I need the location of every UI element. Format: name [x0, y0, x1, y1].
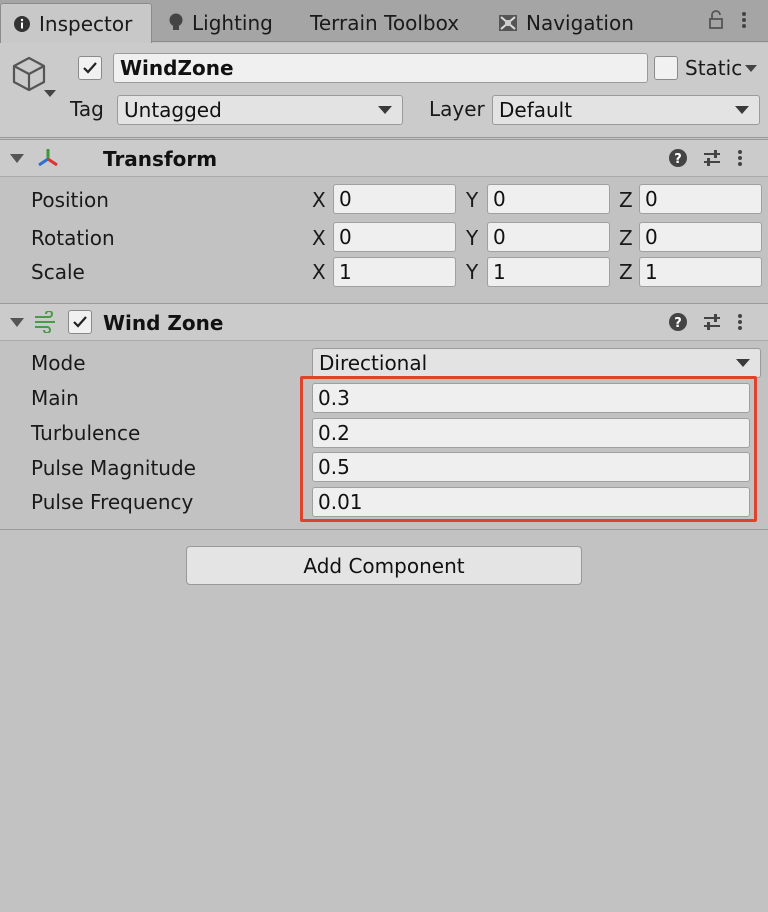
caret-down-icon: [735, 106, 749, 114]
field-value: 1: [339, 260, 352, 284]
add-component-label: Add Component: [303, 553, 465, 578]
tab-bar: Inspector Lighting Terrain Toolbox Navig…: [0, 0, 768, 43]
layer-label: Layer: [429, 97, 485, 121]
tab-lighting[interactable]: Lighting: [168, 4, 298, 42]
layer-value: Default: [499, 98, 573, 122]
turbulence-label: Turbulence: [31, 421, 141, 445]
field-value: 0: [493, 225, 506, 249]
static-dropdown-icon[interactable]: [745, 65, 757, 72]
scale-label: Scale: [31, 260, 85, 284]
tab-inspector[interactable]: Inspector: [0, 3, 152, 43]
static-label[interactable]: Static: [685, 56, 742, 80]
scale-z-field[interactable]: 1: [639, 257, 762, 287]
tab-label: Terrain Toolbox: [310, 11, 460, 35]
svg-text:?: ?: [674, 316, 682, 331]
pulse-magnitude-label: Pulse Magnitude: [31, 456, 196, 480]
field-value: 0: [645, 225, 658, 249]
tag-dropdown[interactable]: Untagged: [117, 95, 403, 125]
rotation-x-field[interactable]: 0: [333, 222, 456, 252]
axis-x-label[interactable]: X: [312, 188, 326, 212]
more-icon[interactable]: [740, 10, 748, 35]
windzone-enabled-checkbox[interactable]: [68, 310, 92, 334]
transform-header[interactable]: Transform ?: [0, 139, 768, 177]
info-icon: [13, 15, 31, 33]
main-label: Main: [31, 386, 79, 410]
mode-label: Mode: [31, 351, 86, 375]
presets-icon[interactable]: [702, 148, 722, 168]
position-x-field[interactable]: 0: [333, 184, 456, 214]
field-value: 1: [645, 260, 658, 284]
active-checkbox[interactable]: [78, 56, 102, 80]
static-checkbox[interactable]: [654, 56, 678, 80]
axis-z-label[interactable]: Z: [619, 226, 633, 250]
gameobject-header: WindZone Static Tag Untagged Layer Defau…: [0, 43, 768, 138]
help-icon[interactable]: ?: [668, 312, 688, 332]
tab-navigation[interactable]: Navigation: [498, 4, 658, 42]
layer-dropdown[interactable]: Default: [492, 95, 760, 125]
caret-down-icon: [378, 106, 392, 114]
gameobject-icon[interactable]: [10, 55, 48, 98]
object-name-field[interactable]: WindZone: [113, 53, 648, 83]
tab-label: Navigation: [526, 11, 634, 35]
foldout-icon[interactable]: [10, 318, 24, 327]
rotation-label: Rotation: [31, 226, 115, 250]
tab-label: Lighting: [192, 11, 273, 35]
axis-x-label[interactable]: X: [312, 260, 326, 284]
tag-label: Tag: [70, 97, 104, 121]
presets-icon[interactable]: [702, 312, 722, 332]
windzone-header[interactable]: Wind Zone ?: [0, 303, 768, 341]
tab-label: Inspector: [39, 11, 133, 36]
chevron-down-icon[interactable]: [44, 90, 56, 97]
axis-y-label[interactable]: Y: [466, 260, 478, 284]
lock-icon[interactable]: [708, 10, 724, 35]
windzone-title: Wind Zone: [103, 311, 224, 335]
axis-z-label[interactable]: Z: [619, 260, 633, 284]
field-value: 0: [493, 187, 506, 211]
field-value: 0: [339, 225, 352, 249]
field-value: 0: [645, 187, 658, 211]
more-icon[interactable]: [736, 312, 744, 332]
position-label: Position: [31, 188, 109, 212]
axis-y-label[interactable]: Y: [466, 226, 478, 250]
check-icon: [83, 62, 97, 74]
check-icon: [73, 316, 87, 328]
caret-down-icon: [736, 359, 750, 367]
position-z-field[interactable]: 0: [639, 184, 762, 214]
pulse-frequency-label: Pulse Frequency: [31, 490, 194, 514]
more-icon[interactable]: [736, 148, 744, 168]
mode-value: Directional: [319, 351, 428, 375]
transform-icon: [36, 146, 60, 175]
axis-x-label[interactable]: X: [312, 226, 326, 250]
wind-icon: [33, 310, 59, 338]
position-y-field[interactable]: 0: [487, 184, 610, 214]
field-value: 1: [493, 260, 506, 284]
help-icon[interactable]: ?: [668, 148, 688, 168]
divider: [0, 529, 768, 530]
axis-y-label[interactable]: Y: [466, 188, 478, 212]
scale-y-field[interactable]: 1: [487, 257, 610, 287]
transform-title: Transform: [103, 147, 218, 171]
navigation-icon: [498, 14, 518, 32]
tab-terrain-toolbox[interactable]: Terrain Toolbox: [310, 4, 480, 42]
highlight-annotation: [300, 376, 757, 522]
tag-value: Untagged: [124, 98, 222, 122]
field-value: 0: [339, 187, 352, 211]
scale-x-field[interactable]: 1: [333, 257, 456, 287]
rotation-y-field[interactable]: 0: [487, 222, 610, 252]
add-component-button[interactable]: Add Component: [186, 546, 582, 585]
axis-z-label[interactable]: Z: [619, 188, 633, 212]
svg-text:?: ?: [674, 152, 682, 167]
rotation-z-field[interactable]: 0: [639, 222, 762, 252]
mode-dropdown[interactable]: Directional: [312, 348, 761, 378]
foldout-icon[interactable]: [10, 154, 24, 163]
object-name-value: WindZone: [120, 56, 234, 80]
bulb-icon: [168, 13, 184, 33]
